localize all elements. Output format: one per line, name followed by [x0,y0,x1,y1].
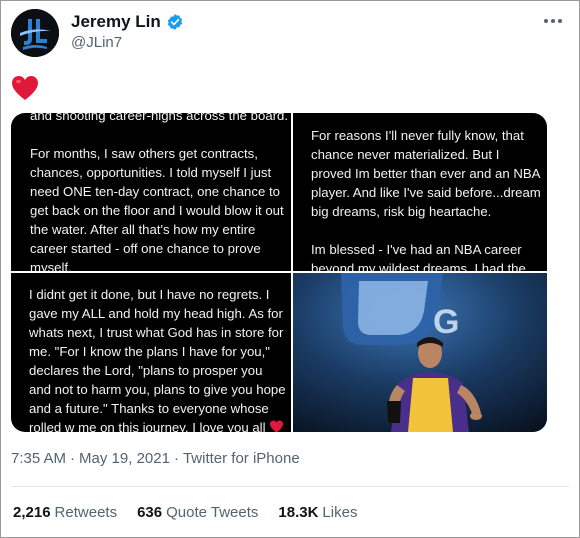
retweets-label: Retweets [54,504,118,521]
media-panel-4[interactable]: G [293,273,547,432]
media-panel-1[interactable]: and shooting career-highs across the boa… [11,113,291,271]
more-options-icon[interactable] [543,11,563,29]
quote-tweets-label: Quote Tweets [166,504,259,521]
divider [11,486,569,487]
tweet-date[interactable]: May 19, 2021 [79,450,170,467]
avatar[interactable] [11,9,59,57]
basketball-player-photo-icon: G [293,273,547,432]
tweet-source[interactable]: Twitter for iPhone [183,450,300,467]
red-heart-emoji-icon [12,76,38,100]
quote-tweets-count: 636 [137,504,163,521]
panel-1-text: and shooting career-highs across the boa… [30,113,289,271]
quote-tweets-stat[interactable]: 636 Quote Tweets [137,504,258,521]
panel-3-text: I didnt get it done, but I have no regre… [29,287,290,432]
media-panel-2[interactable]: For reasons I'll never fully know, that … [293,113,547,271]
author-handle[interactable]: @JLin7 [71,34,122,51]
likes-stat[interactable]: 18.3K Likes [278,504,357,521]
media-panel-3[interactable]: I didnt get it done, but I have no regre… [11,273,291,432]
meta-separator: · [173,450,179,467]
author-name[interactable]: Jeremy Lin [71,12,161,32]
tweet-stats: 2,216 Retweets 636 Quote Tweets 18.3K Likes [13,504,357,521]
likes-count: 18.3K [278,504,319,521]
retweets-stat[interactable]: 2,216 Retweets [13,504,117,521]
tweet-card: Jeremy Lin @JLin7 and shooting career-hi… [0,0,580,538]
tweet-meta: 7:35 AM · May 19, 2021 · Twitter for iPhone [11,450,300,467]
meta-separator: · [70,450,76,467]
panel-3-wrapper: I didnt get it done, but I have no regre… [29,285,287,432]
tweet-time[interactable]: 7:35 AM [11,450,66,467]
author-name-row[interactable]: Jeremy Lin [71,12,184,32]
panel-2-text: For reasons I'll never fully know, that … [311,128,541,271]
svg-text:G: G [433,303,459,341]
retweets-count: 2,216 [13,504,51,521]
media-grid[interactable]: and shooting career-highs across the boa… [11,113,547,432]
verified-badge-icon [167,14,182,30]
jl-logo-icon [11,9,59,57]
likes-label: Likes [322,504,358,521]
red-heart-icon [270,420,284,432]
